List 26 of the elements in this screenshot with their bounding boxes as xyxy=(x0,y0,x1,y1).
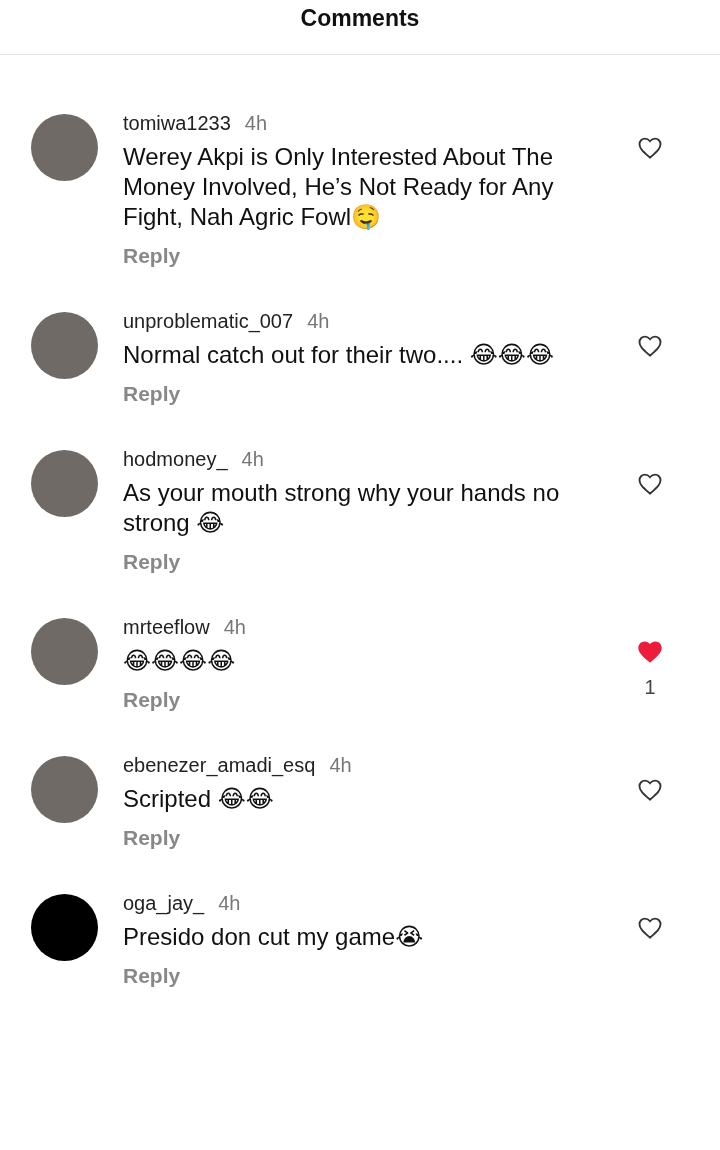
username[interactable]: ebenezer_amadi_esq xyxy=(123,754,316,777)
comment-time: 4h xyxy=(241,448,264,471)
reply-button[interactable]: Reply xyxy=(123,380,181,408)
username[interactable]: tomiwa1233 xyxy=(123,112,231,135)
comment-time: 4h xyxy=(244,112,268,135)
comment-time: 4h xyxy=(223,616,246,639)
reply-button[interactable]: Reply xyxy=(123,242,181,270)
like-count: 1 xyxy=(644,676,656,699)
reply-button[interactable]: Reply xyxy=(123,686,181,714)
comment-time: 4h xyxy=(218,892,241,915)
reply-button[interactable]: Reply xyxy=(123,824,181,852)
username[interactable]: unproblematic_007 xyxy=(123,310,294,333)
username[interactable]: mrteeflow xyxy=(123,616,210,639)
username[interactable]: hodmoney_ xyxy=(123,448,228,471)
comment-text: Werey Akpi is Only Interested About The Money Involved, He’s Not Ready for Any Fight, Nah Agric Fowl🤤 xyxy=(123,142,555,232)
username[interactable]: oga_jay_ xyxy=(123,892,205,915)
comment-text: As your mouth strong why your hands no strong 😂 xyxy=(123,478,561,538)
comment-time: 4h xyxy=(307,310,330,333)
reply-button[interactable]: Reply xyxy=(123,548,181,576)
header-title: Comments xyxy=(300,4,420,32)
comment-text: Scripted 😂😂 xyxy=(123,784,275,814)
comment-text: Presido don cut my game😭 xyxy=(123,922,425,952)
comment-text: 😂😂😂😂 xyxy=(123,646,237,676)
comment-text: Normal catch out for their two.... 😂😂😂 xyxy=(123,340,555,370)
reply-button[interactable]: Reply xyxy=(123,962,181,990)
comment-time: 4h xyxy=(329,754,352,777)
